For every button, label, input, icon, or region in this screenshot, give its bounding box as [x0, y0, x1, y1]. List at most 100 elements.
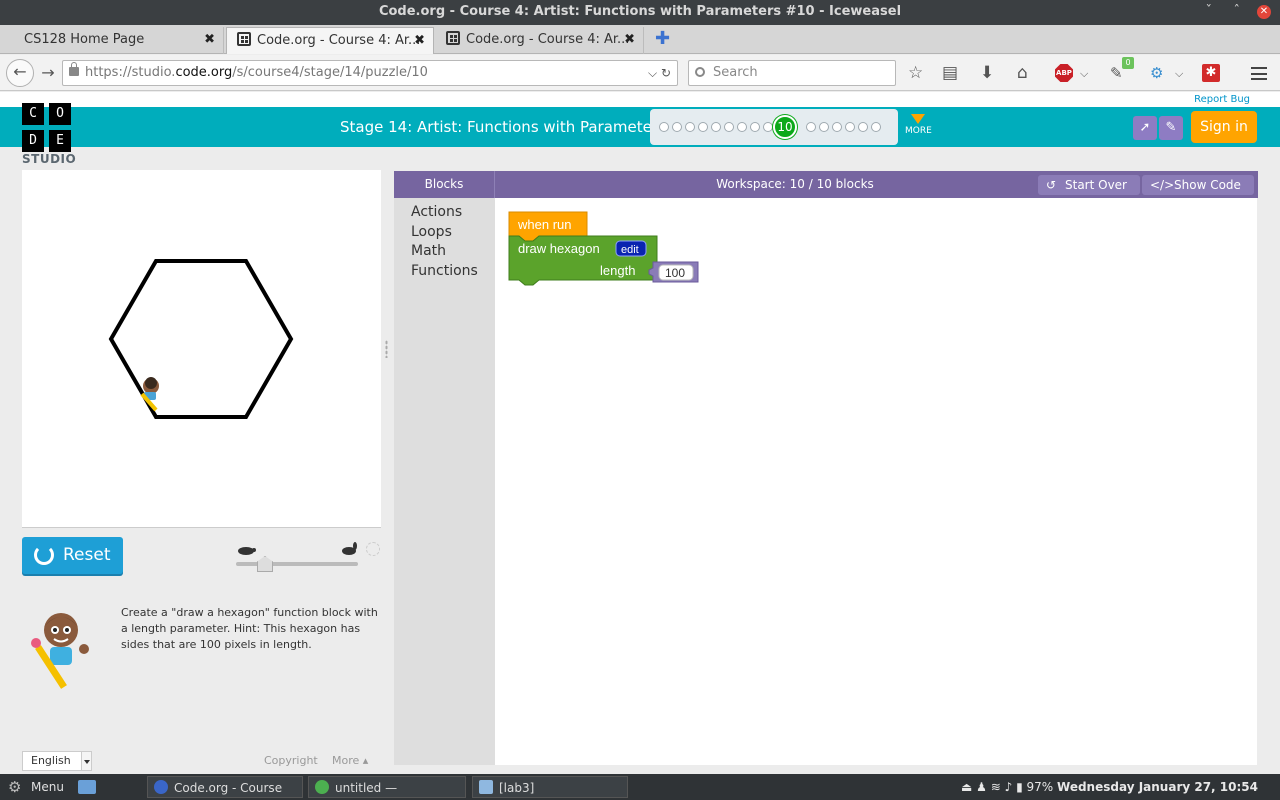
puzzle-dot[interactable]	[724, 122, 734, 132]
menu-gear-icon[interactable]: ⚙	[8, 774, 21, 800]
battery-icon[interactable]: ▮	[1016, 780, 1023, 794]
reset-button[interactable]: Reset	[22, 537, 123, 574]
instructions-text: Create a "draw a hexagon" function block…	[121, 606, 378, 651]
toolbox-category-math[interactable]: Math	[411, 243, 446, 259]
tab-codeorg[interactable]: Code.org - Course 4: Ar... ✖	[436, 27, 644, 54]
puzzle-dot[interactable]	[819, 122, 829, 132]
download-icon[interactable]: ⬇	[980, 62, 994, 84]
pencil-button[interactable]: ✎	[1159, 116, 1183, 140]
tab-close-icon[interactable]: ✖	[204, 27, 215, 52]
task-folder[interactable]: [lab3]	[472, 776, 628, 798]
url-bar[interactable]: https://studio.code.org/s/course4/stage/…	[62, 60, 678, 86]
puzzle-dot[interactable]	[737, 122, 747, 132]
extension-icon[interactable]: ✎	[1110, 62, 1123, 84]
search-placeholder: Search	[713, 65, 758, 80]
back-button[interactable]: ←	[6, 59, 34, 87]
forward-button[interactable]: →	[36, 61, 60, 85]
logo-letter: D	[22, 130, 44, 152]
new-tab-icon[interactable]: ✚	[655, 28, 670, 49]
workspace-header: Blocks Workspace: 10 / 10 blocks ↺ Start…	[394, 171, 1258, 198]
task-editor[interactable]: untitled — /home/ch...	[308, 776, 466, 798]
param-value: 100	[665, 266, 685, 280]
puzzle-dot[interactable]	[832, 122, 842, 132]
start-menu-button[interactable]: Menu	[31, 774, 64, 800]
tray-icons[interactable]: ⏏ ♟ ≋ ♪	[961, 780, 1016, 794]
window-title-bar: Code.org - Course 4: Artist: Functions w…	[0, 0, 1280, 25]
toolbox-category-loops[interactable]: Loops	[411, 224, 452, 240]
when-run-label: when run	[517, 217, 571, 232]
clock[interactable]: Wednesday January 27, 10:54	[1057, 780, 1258, 794]
reset-label: Reset	[63, 545, 111, 565]
maximize-button[interactable]: ˆ	[1234, 0, 1241, 24]
puzzle-dot[interactable]	[698, 122, 708, 132]
task-iceweasel[interactable]: Code.org - Course 4...	[147, 776, 303, 798]
search-icon	[695, 67, 705, 77]
speed-slider-thumb[interactable]	[257, 556, 273, 572]
puzzle-dot[interactable]	[858, 122, 868, 132]
sign-in-button[interactable]: Sign in	[1191, 111, 1257, 143]
resize-handle[interactable]	[385, 340, 388, 358]
tab-cs128[interactable]: CS128 Home Page ✖	[0, 27, 224, 54]
adblock-dropdown-icon[interactable]: ⌵	[1080, 63, 1088, 85]
artist-character-icon	[140, 377, 159, 412]
puzzle-dot[interactable]	[763, 122, 773, 132]
blockly-workspace[interactable]: when run draw hexagon edit length 100	[495, 198, 1257, 765]
more-stages-button[interactable]: MORE	[905, 114, 932, 136]
language-value: English	[31, 754, 71, 767]
menu-hamburger-icon[interactable]	[1251, 67, 1267, 80]
page-footer: English Copyright More ▴	[22, 751, 381, 773]
speed-slider[interactable]	[236, 542, 380, 574]
copyright-link[interactable]: Copyright	[264, 754, 318, 767]
puzzle-dot[interactable]	[845, 122, 855, 132]
close-window-button[interactable]: ✕	[1257, 5, 1271, 19]
puzzle-dot[interactable]	[750, 122, 760, 132]
home-icon[interactable]: ⌂	[1017, 62, 1028, 84]
puzzle-dot[interactable]	[672, 122, 682, 132]
red-extension-icon[interactable]: ✱	[1202, 64, 1220, 82]
turtle-icon	[238, 547, 256, 555]
bookmark-star-icon[interactable]: ☆	[908, 62, 923, 84]
tab-close-icon[interactable]: ✖	[414, 28, 425, 53]
adblock-icon[interactable]: ABP	[1055, 64, 1073, 82]
puzzle-dot[interactable]	[871, 122, 881, 132]
draw-hexagon-block[interactable]: draw hexagon edit length	[508, 235, 658, 286]
task-label: Code.org - Course 4...	[174, 781, 283, 795]
toolbox-category-functions[interactable]: Functions	[411, 263, 478, 279]
network-extension-icon[interactable]: ⚙	[1150, 62, 1163, 84]
search-input[interactable]: Search	[688, 60, 896, 86]
number-block[interactable]: 100	[648, 261, 699, 283]
more-link[interactable]: More ▴	[332, 754, 368, 767]
more-arrow-icon	[911, 114, 926, 124]
puzzle-dot[interactable]	[685, 122, 695, 132]
show-code-button[interactable]: </> Show Code	[1142, 175, 1254, 195]
puzzle-dot-current[interactable]: 10	[773, 115, 797, 139]
iceweasel-icon	[154, 780, 168, 794]
os-taskbar: ⚙ Menu Code.org - Course 4... untitled —…	[0, 774, 1280, 800]
start-over-button[interactable]: ↺ Start Over	[1038, 175, 1140, 195]
more-label: MORE	[905, 126, 932, 136]
puzzle-dot[interactable]	[711, 122, 721, 132]
tab-label: CS128 Home Page	[24, 32, 145, 47]
rocket-button[interactable]: ➚	[1133, 116, 1157, 140]
network-dropdown-icon[interactable]: ⌵	[1175, 63, 1183, 85]
puzzle-dot[interactable]	[806, 122, 816, 132]
artist-avatar-icon	[31, 613, 89, 689]
report-bug-link[interactable]: Report Bug	[1194, 94, 1250, 105]
minimize-button[interactable]: ˇ	[1206, 0, 1213, 24]
codeorg-favicon-icon	[237, 32, 251, 46]
reading-list-icon[interactable]: ▤	[942, 62, 958, 84]
show-desktop-icon[interactable]	[78, 780, 96, 794]
show-code-label: Show Code	[1174, 178, 1241, 192]
stage-title: Stage 14: Artist: Functions with Paramet…	[340, 118, 666, 136]
undo-icon: ↺	[1046, 178, 1057, 192]
toolbox-category-actions[interactable]: Actions	[411, 204, 462, 220]
puzzle-dot[interactable]	[659, 122, 669, 132]
speed-slider-track	[236, 562, 358, 566]
url-dropdown-reload-icon[interactable]: ⌵ ↻	[648, 61, 671, 85]
chevron-down-icon	[81, 752, 91, 770]
tab-close-icon[interactable]: ✖	[624, 27, 635, 52]
block-program: when run draw hexagon edit length 100	[508, 211, 699, 286]
language-select[interactable]: English	[22, 751, 92, 771]
system-tray: ⏏ ♟ ≋ ♪ ▮ 97% Wednesday January 27, 10:5…	[961, 774, 1258, 800]
tab-codeorg-active[interactable]: Code.org - Course 4: Ar... ✖	[226, 27, 434, 54]
